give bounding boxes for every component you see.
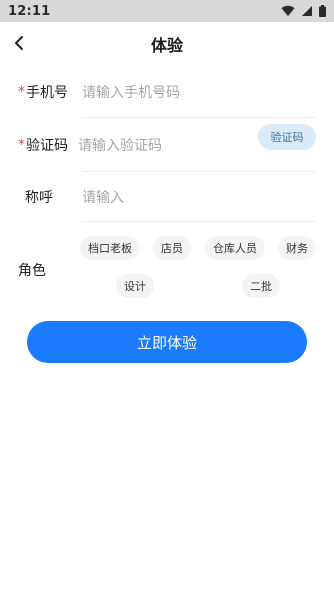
- role-chip-finance[interactable]: 财务: [278, 236, 316, 260]
- name-input[interactable]: [82, 180, 316, 214]
- phone-label-text: 手机号: [26, 85, 68, 101]
- status-bar: 12:11: [0, 0, 334, 22]
- battery-icon: [319, 5, 326, 17]
- role-chip-stall-owner[interactable]: 档口老板: [80, 236, 140, 260]
- role-chip-design[interactable]: 设计: [116, 274, 154, 298]
- name-label: 称呼: [0, 187, 72, 207]
- required-mark: *: [18, 84, 25, 100]
- required-mark: *: [18, 137, 25, 153]
- code-label-text: 验证码: [26, 138, 68, 154]
- role-chip-clerk[interactable]: 店员: [153, 236, 191, 260]
- back-button[interactable]: [4, 28, 34, 58]
- get-code-button[interactable]: 验证码: [258, 124, 316, 150]
- role-chip-warehouse[interactable]: 仓库人员: [205, 236, 265, 260]
- role-selector: 角色 档口老板 店员 仓库人员 财务 设计 二批: [0, 232, 334, 304]
- trial-form: * 手机号 * 验证码 称呼 验证码: [0, 66, 334, 222]
- page-title: 体验: [150, 36, 183, 55]
- phone-label: * 手机号: [0, 82, 72, 102]
- status-icons: [281, 5, 326, 17]
- start-trial-button[interactable]: 立即体验: [27, 321, 307, 363]
- code-label: * 验证码: [0, 135, 68, 155]
- name-row: 称呼: [0, 172, 334, 222]
- status-time: 12:11: [8, 3, 51, 19]
- chevron-left-icon: [15, 36, 23, 50]
- name-label-text: 称呼: [25, 190, 53, 206]
- wifi-icon: [281, 5, 295, 17]
- phone-input[interactable]: [82, 75, 316, 109]
- header: 体验: [0, 22, 334, 66]
- cell-signal-icon: [302, 6, 312, 16]
- phone-row: * 手机号: [0, 66, 334, 118]
- role-label: 角色: [18, 263, 46, 279]
- code-input[interactable]: [78, 128, 259, 162]
- role-chip-wholesale[interactable]: 二批: [242, 274, 280, 298]
